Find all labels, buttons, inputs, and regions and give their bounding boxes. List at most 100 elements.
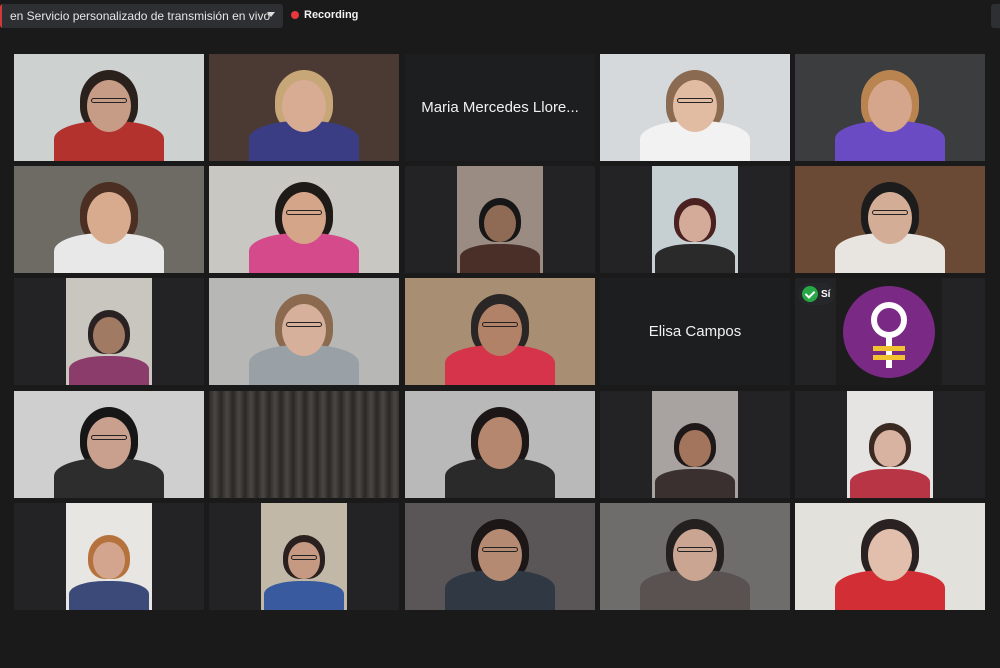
camera-feed — [795, 503, 985, 610]
participant-face — [282, 304, 326, 356]
participant-name: Maria Mercedes Llore... — [421, 99, 579, 116]
participant-body — [460, 244, 540, 273]
participant-face — [282, 192, 326, 244]
letterbox-right — [933, 391, 985, 498]
participant-tile[interactable] — [600, 391, 790, 498]
camera-feed — [405, 391, 595, 498]
participant-tile[interactable] — [600, 166, 790, 273]
participant-face — [478, 304, 522, 356]
participant-tile[interactable]: Elisa Campos — [600, 278, 790, 385]
participant-tile[interactable] — [795, 54, 985, 161]
participant-face — [673, 529, 717, 581]
participant-body — [264, 581, 344, 610]
letterbox-right — [543, 166, 595, 273]
participant-body — [69, 581, 149, 610]
participant-tile[interactable] — [600, 54, 790, 161]
stream-title-label: en Servicio personalizado de transmisión… — [10, 9, 271, 23]
letterbox-left — [14, 503, 66, 610]
camera-feed — [795, 391, 985, 498]
letterbox-right — [738, 166, 790, 273]
participant-name: Elisa Campos — [648, 323, 742, 340]
participant-tile[interactable] — [14, 54, 204, 161]
participant-face — [87, 417, 131, 469]
chevron-down-icon — [267, 12, 275, 17]
letterbox-right — [738, 391, 790, 498]
camera-feed — [14, 503, 204, 610]
participant-tile[interactable]: Maria Mercedes Llore... — [405, 54, 595, 161]
participant-tile[interactable] — [795, 166, 985, 273]
participant-tile[interactable] — [600, 503, 790, 610]
participant-tile[interactable] — [14, 278, 204, 385]
letterbox-right — [347, 503, 399, 610]
participant-tile[interactable] — [209, 54, 399, 161]
feminist-symbol-logo — [836, 278, 942, 385]
participant-tile[interactable] — [14, 391, 204, 498]
participant-tile[interactable] — [405, 278, 595, 385]
participant-tile[interactable] — [14, 503, 204, 610]
participant-tile[interactable] — [209, 503, 399, 610]
camera-feed — [795, 54, 985, 161]
letterbox-right — [152, 503, 204, 610]
participant-body — [655, 244, 735, 273]
camera-feed — [795, 166, 985, 273]
participant-tile[interactable] — [14, 166, 204, 273]
camera-feed — [405, 166, 595, 273]
recording-label: Recording — [304, 9, 359, 21]
participant-face — [288, 541, 320, 580]
camera-feed — [600, 503, 790, 610]
camera-feed — [209, 391, 399, 498]
participant-face — [93, 541, 125, 580]
participant-face — [673, 80, 717, 132]
live-stream-dropdown[interactable]: en Servicio personalizado de transmisión… — [0, 4, 283, 28]
camera-feed — [14, 391, 204, 498]
participant-face — [282, 80, 326, 132]
participant-tile[interactable] — [405, 166, 595, 273]
glasses-icon — [91, 98, 127, 103]
participant-face — [484, 204, 516, 243]
camera-feed — [600, 391, 790, 498]
camera-feed — [209, 278, 399, 385]
participant-tile[interactable] — [795, 503, 985, 610]
glasses-icon — [482, 322, 518, 327]
camera-feed — [600, 54, 790, 161]
glasses-icon — [677, 98, 713, 103]
glasses-icon — [286, 210, 322, 215]
camera-feed — [14, 166, 204, 273]
participant-face — [874, 429, 906, 468]
check-icon — [802, 286, 818, 302]
letterbox-left — [600, 166, 652, 273]
glasses-icon — [91, 435, 127, 440]
recording-dot-icon — [291, 11, 299, 19]
glasses-icon — [482, 547, 518, 552]
recording-indicator[interactable]: Recording — [291, 9, 358, 21]
letterbox-left — [795, 391, 847, 498]
meeting-top-bar: en Servicio personalizado de transmisión… — [0, 0, 1000, 34]
participant-body — [69, 356, 149, 385]
participant-tile[interactable] — [405, 391, 595, 498]
participant-face — [868, 529, 912, 581]
participant-tile[interactable] — [209, 278, 399, 385]
letterbox-right — [152, 278, 204, 385]
glasses-icon — [872, 210, 908, 215]
participant-tile[interactable] — [209, 166, 399, 273]
camera-feed — [405, 278, 595, 385]
letterbox-left — [209, 503, 261, 610]
participant-body — [655, 469, 735, 498]
participant-face — [868, 192, 912, 244]
participant-face — [478, 529, 522, 581]
participant-tile[interactable] — [795, 391, 985, 498]
camera-feed — [209, 503, 399, 610]
participant-face — [87, 80, 131, 132]
camera-feed — [405, 503, 595, 610]
reaction-label: Sí — [821, 288, 831, 300]
participant-tile[interactable] — [209, 391, 399, 498]
participant-tile[interactable]: Sí — [795, 278, 985, 385]
participant-tile[interactable] — [405, 503, 595, 610]
glasses-icon — [286, 322, 322, 327]
live-indicator-bar — [0, 4, 2, 28]
participant-face — [679, 429, 711, 468]
participant-face — [478, 417, 522, 469]
glasses-icon — [677, 547, 713, 552]
toolbar-overflow-button[interactable] — [991, 4, 1000, 28]
letterbox-left — [600, 391, 652, 498]
